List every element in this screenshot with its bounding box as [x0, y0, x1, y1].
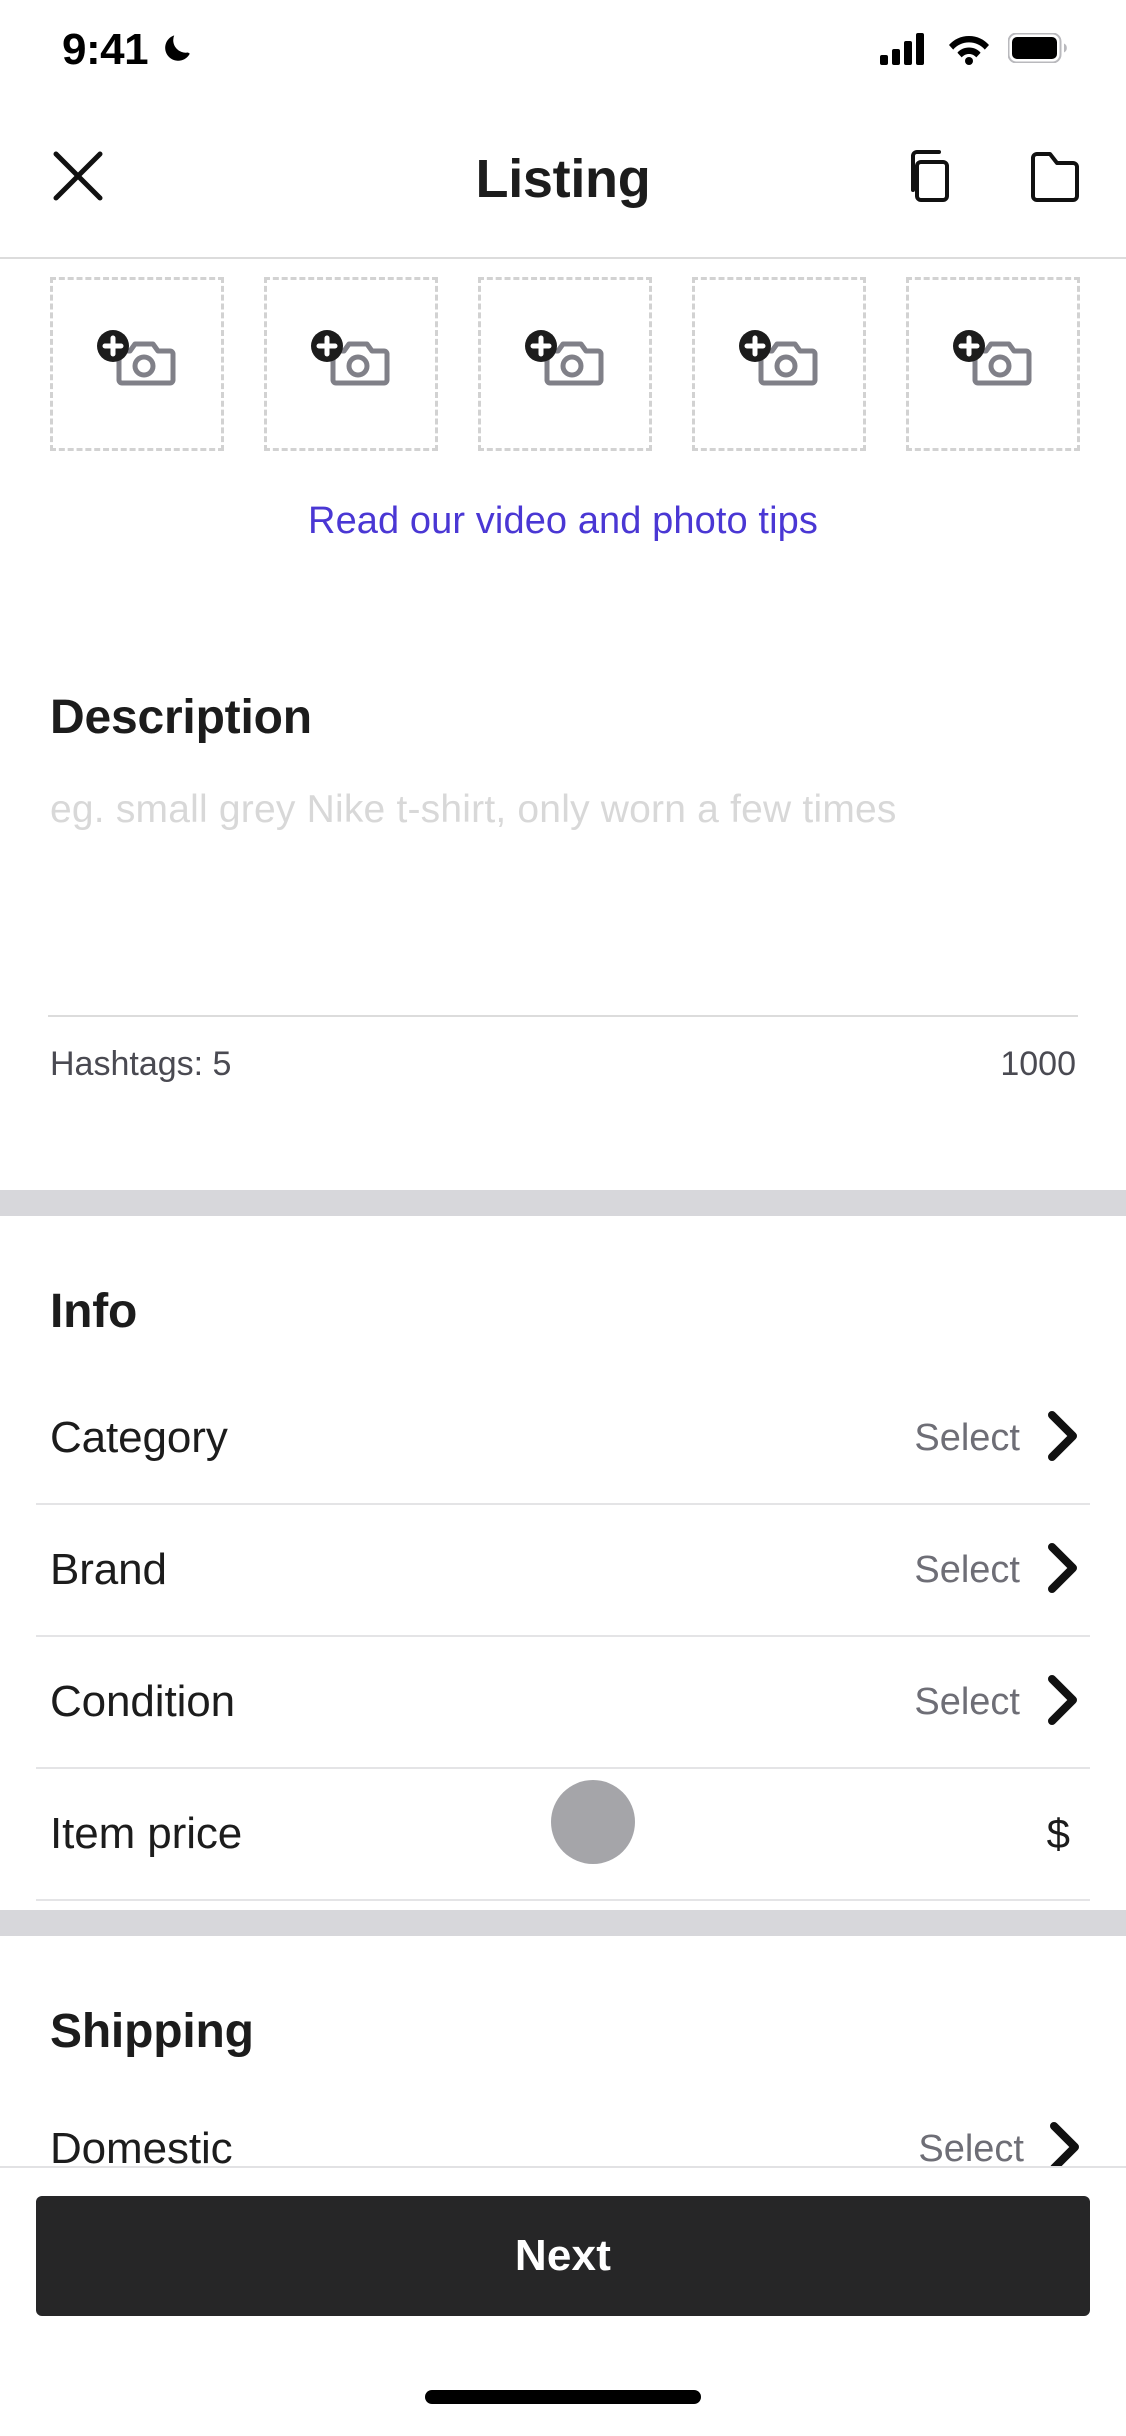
- info-row-accessory: Select: [914, 1541, 1090, 1600]
- section-separator: [0, 1190, 1126, 1216]
- hashtags-count: Hashtags: 5: [50, 1045, 232, 1083]
- battery-full-icon: [1007, 32, 1068, 68]
- photo-upload-tile[interactable]: [264, 276, 438, 451]
- header-actions: [898, 146, 1088, 212]
- listing-screen: 9:41 Listing Read our video and photo ti…: [0, 0, 1126, 2436]
- photo-tips-row: Read our video and photo tips: [0, 466, 1126, 576]
- info-row-accessory: Select: [914, 1673, 1090, 1732]
- info-row-accessory: $: [1047, 1810, 1090, 1858]
- photo-upload-tile[interactable]: [692, 276, 866, 451]
- info-row-value: Select: [914, 1548, 1020, 1591]
- status-bar-time: 9:41: [62, 25, 149, 74]
- status-bar: 9:41: [0, 0, 1126, 100]
- add-photo-camera-icon: [310, 329, 392, 398]
- photo-upload-tile[interactable]: [906, 276, 1080, 451]
- character-limit: 1000: [1000, 1045, 1076, 1083]
- chevron-right-icon: [1046, 1673, 1080, 1732]
- status-bar-left: 9:41: [62, 28, 196, 72]
- home-indicator-bar: [425, 2390, 701, 2404]
- info-row-item-price[interactable]: Item price $: [36, 1769, 1090, 1901]
- info-heading: Info: [50, 1285, 138, 1338]
- description-placeholder: eg. small grey Nike t-shirt, only worn a…: [50, 788, 897, 831]
- info-row-value: Select: [914, 1416, 1020, 1459]
- crescent-moon-icon: [162, 31, 196, 70]
- info-row-brand[interactable]: Brand Select: [36, 1505, 1090, 1637]
- next-button[interactable]: Next: [36, 2196, 1090, 2316]
- add-photo-camera-icon: [952, 329, 1034, 398]
- description-heading: Description: [50, 691, 312, 744]
- description-input[interactable]: eg. small grey Nike t-shirt, only worn a…: [0, 785, 1126, 1015]
- shipping-heading: Shipping: [50, 2005, 254, 2058]
- save-draft-folder-button[interactable]: [1022, 146, 1088, 212]
- info-row-label: Item price: [50, 1809, 243, 1858]
- wifi-icon: [947, 31, 991, 70]
- add-photo-camera-icon: [738, 329, 820, 398]
- description-section: Description eg. small grey Nike t-shirt,…: [0, 690, 1126, 1084]
- photo-upload-tile[interactable]: [50, 276, 224, 451]
- photo-upload-strip[interactable]: [0, 261, 1126, 466]
- section-separator: [0, 1910, 1126, 1936]
- add-photo-camera-icon: [96, 329, 178, 398]
- app-header: Listing: [0, 100, 1126, 259]
- bottom-action-bar: Next: [0, 2166, 1126, 2366]
- signal-bars-icon: [880, 31, 930, 70]
- photo-upload-tile[interactable]: [478, 276, 652, 451]
- duplicate-listing-button[interactable]: [898, 146, 964, 212]
- next-button-label: Next: [514, 2231, 612, 2280]
- duplicate-copy-icon: [901, 146, 961, 211]
- info-row-label: Brand: [50, 1545, 167, 1594]
- info-row-condition[interactable]: Condition Select: [36, 1637, 1090, 1769]
- info-row-label: Condition: [50, 1677, 236, 1726]
- chevron-right-icon: [1046, 1409, 1080, 1468]
- info-row-category[interactable]: Category Select: [36, 1373, 1090, 1505]
- status-bar-right: [880, 31, 1068, 70]
- info-section: Info Category Select Brand Select Condit…: [0, 1216, 1126, 1901]
- photo-tips-link[interactable]: Read our video and photo tips: [308, 500, 818, 543]
- add-photo-camera-icon: [524, 329, 606, 398]
- info-row-list: Category Select Brand Select Condition S…: [0, 1373, 1126, 1901]
- info-row-accessory: Select: [914, 1409, 1090, 1468]
- chevron-right-icon: [1046, 1541, 1080, 1600]
- shipping-row-value: Select: [918, 2127, 1024, 2170]
- currency-symbol: $: [1046, 1810, 1070, 1857]
- folder-icon: [1025, 146, 1085, 211]
- info-row-value: Select: [914, 1680, 1020, 1723]
- info-row-label: Category: [50, 1413, 228, 1462]
- description-meta: Hashtags: 5 1000: [0, 1017, 1126, 1084]
